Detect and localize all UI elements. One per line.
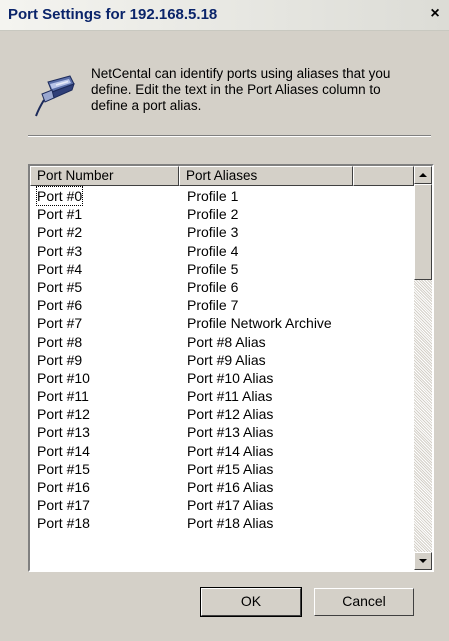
port-number-cell: Port #0 — [35, 186, 84, 206]
table-row[interactable]: Port #5 Profile 6 — [30, 278, 414, 296]
port-alias-cell[interactable]: Port #17 Alias — [187, 496, 273, 514]
port-alias-cell[interactable]: Profile 6 — [187, 278, 238, 296]
port-plug-icon — [34, 72, 82, 120]
table-row[interactable]: Port #0 Profile 1 — [30, 186, 414, 206]
port-number-cell: Port #6 — [37, 297, 83, 314]
column-header-filler[interactable] — [353, 166, 414, 186]
port-alias-cell[interactable]: Profile Network Archive — [187, 314, 332, 332]
port-number-cell: Port #10 — [37, 369, 90, 386]
list-rows: Port #0 Profile 1 Port #1 Profile 2 Port #2 P… — [30, 186, 414, 533]
port-number-cell: Port #5 — [37, 278, 83, 295]
scroll-down-button[interactable] — [414, 552, 432, 570]
port-number-cell: Port #16 — [37, 479, 90, 495]
table-row[interactable]: Port #16 Port #16 Alias — [30, 478, 414, 496]
table-row[interactable]: Port #12 Port #12 Alias — [30, 405, 414, 423]
port-number-cell: Port #8 — [37, 333, 83, 350]
table-row[interactable]: Port #15 Port #15 Alias — [30, 460, 414, 478]
table-row[interactable]: Port #3 Profile 4 — [30, 242, 414, 260]
port-alias-cell[interactable]: Profile 2 — [187, 205, 238, 223]
port-number-cell: Port #1 — [37, 206, 83, 223]
scrollbar-thumb[interactable] — [414, 184, 432, 280]
separator — [28, 135, 431, 137]
table-row[interactable]: Port #1 Profile 2 — [30, 205, 414, 223]
port-number-cell: Port #18 — [37, 515, 90, 532]
port-alias-cell[interactable]: Profile 4 — [187, 242, 238, 260]
port-number-cell: Port #7 — [37, 315, 83, 332]
port-alias-cell[interactable]: Port #9 Alias — [187, 351, 266, 369]
port-number-cell: Port #12 — [37, 406, 90, 423]
window-title: Port Settings for 192.168.5.18 — [8, 6, 218, 23]
table-row[interactable]: Port #10 Port #10 Alias — [30, 369, 414, 387]
port-alias-cell[interactable]: Port #12 Alias — [187, 405, 273, 423]
port-alias-cell[interactable]: Port #8 Alias — [187, 333, 266, 351]
list-header: Port Number Port Aliases — [30, 166, 414, 186]
table-row[interactable]: Port #9 Port #9 Alias — [30, 351, 414, 369]
port-alias-cell[interactable]: Profile 1 — [187, 187, 238, 205]
arrow-down-icon — [419, 559, 427, 563]
port-alias-cell[interactable]: Port #18 Alias — [187, 514, 273, 532]
info-text: NetCental can identify ports using alias… — [91, 66, 391, 113]
port-alias-cell[interactable]: Profile 3 — [187, 223, 238, 241]
cancel-button[interactable]: Cancel — [314, 588, 414, 616]
table-row[interactable]: Port #4 Profile 5 — [30, 260, 414, 278]
table-row[interactable]: Port #11 Port #11 Alias — [30, 387, 414, 405]
port-number-cell: Port #11 — [37, 388, 89, 405]
table-row[interactable]: Port #2 Profile 3 — [30, 223, 414, 241]
table-row[interactable]: Port #18 Port #18 Alias — [30, 514, 414, 532]
port-alias-cell[interactable]: Profile 7 — [187, 296, 238, 314]
table-row[interactable]: Port #13 Port #13 Alias — [30, 423, 414, 441]
table-row[interactable]: Port #7 Profile Network Archive — [30, 314, 414, 332]
ok-button[interactable]: OK — [200, 587, 302, 617]
port-number-cell: Port #4 — [37, 260, 83, 277]
title-bar: Port Settings for 192.168.5.18 × — [0, 0, 449, 31]
port-number-cell: Port #3 — [37, 242, 83, 259]
port-number-cell: Port #13 — [37, 424, 90, 441]
port-alias-cell[interactable]: Port #13 Alias — [187, 423, 273, 441]
column-header-port-number[interactable]: Port Number — [30, 166, 179, 186]
port-alias-cell[interactable]: Port #10 Alias — [187, 369, 273, 387]
port-number-cell: Port #14 — [37, 442, 90, 459]
port-alias-cell[interactable]: Port #15 Alias — [187, 460, 273, 478]
table-row[interactable]: Port #8 Port #8 Alias — [30, 333, 414, 351]
port-number-cell: Port #17 — [37, 497, 90, 514]
vertical-scrollbar[interactable] — [414, 166, 432, 570]
port-number-cell: Port #15 — [37, 460, 90, 477]
column-header-port-aliases[interactable]: Port Aliases — [179, 166, 353, 186]
port-alias-cell[interactable]: Port #16 Alias — [187, 478, 273, 496]
port-number-cell: Port #2 — [37, 224, 83, 241]
port-alias-cell[interactable]: Port #14 Alias — [187, 442, 273, 460]
table-row[interactable]: Port #14 Port #14 Alias — [30, 442, 414, 460]
port-number-cell: Port #9 — [37, 351, 83, 368]
close-icon[interactable]: × — [427, 6, 443, 22]
port-alias-list[interactable]: Port Number Port Aliases Port #0 Profile … — [28, 164, 434, 572]
scroll-up-button[interactable] — [414, 166, 432, 184]
port-alias-cell[interactable]: Port #11 Alias — [187, 387, 272, 405]
table-row[interactable]: Port #6 Profile 7 — [30, 296, 414, 314]
arrow-up-icon — [419, 173, 427, 177]
port-alias-cell[interactable]: Profile 5 — [187, 260, 238, 278]
table-row[interactable]: Port #17 Port #17 Alias — [30, 496, 414, 514]
